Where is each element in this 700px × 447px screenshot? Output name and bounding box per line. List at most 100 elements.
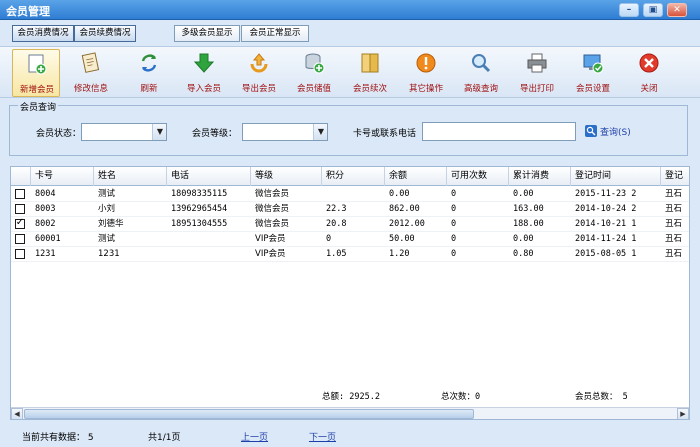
cell-available-times: 0 xyxy=(451,189,457,199)
cell-phone: 18951304555 xyxy=(171,219,228,229)
cell-available-times: 0 xyxy=(451,219,457,229)
advanced-search-button[interactable]: 高级查询 xyxy=(457,49,505,97)
col-register-time[interactable]: 登记时间 xyxy=(571,167,661,186)
col-name[interactable]: 姓名 xyxy=(94,167,167,186)
cell-register-time: 2014-10-24 2 xyxy=(575,204,637,214)
chevron-down-icon: ▼ xyxy=(317,127,325,136)
printer-icon xyxy=(527,53,547,73)
restore-button[interactable]: ▣ xyxy=(643,3,663,17)
cell-level: 微信会员 xyxy=(255,204,290,214)
col-register-by[interactable]: 登记 xyxy=(661,167,689,186)
cell-name: 测试 xyxy=(98,234,116,244)
add-member-button[interactable]: 新增会员 xyxy=(12,49,60,97)
search-icon xyxy=(585,125,597,137)
cell-register-by: 丑石 xyxy=(665,234,683,244)
member-deposit-button[interactable]: 会员储值 xyxy=(290,49,338,97)
export-arrow-icon xyxy=(250,53,268,73)
export-member-button[interactable]: 导出会员 xyxy=(235,49,283,97)
tab-member-renewal[interactable]: 会员续费情况 xyxy=(74,25,136,42)
cell-points: 1.05 xyxy=(326,249,347,259)
cell-register-by: 丑石 xyxy=(665,249,683,259)
table-row[interactable]: 1231 1231 VIP会员 1.05 1.20 0 0.80 2015-08… xyxy=(11,247,689,262)
level-select[interactable]: ▼ xyxy=(242,123,328,141)
col-checkbox xyxy=(11,167,31,186)
level-dropdown-arrow[interactable]: ▼ xyxy=(313,124,327,140)
member-table: 卡号 姓名 电话 等级 积分 余额 可用次数 累计消费 登记时间 登记 8004… xyxy=(10,166,690,420)
row-checkbox[interactable] xyxy=(15,249,25,259)
status-select[interactable]: ▼ xyxy=(81,123,167,141)
scroll-right-button[interactable]: ▶ xyxy=(677,408,689,419)
other-operations-button[interactable]: 其它操作 xyxy=(402,49,450,97)
cell-balance: 862.00 xyxy=(389,204,420,214)
col-balance[interactable]: 余额 xyxy=(385,167,447,186)
level-label: 会员等级： xyxy=(192,129,238,139)
tab-normal-display[interactable]: 会员正常显示 xyxy=(241,25,309,42)
close-window-button[interactable]: 关闭 xyxy=(625,49,673,97)
row-checkbox[interactable]: ✓ xyxy=(15,217,25,229)
import-member-button[interactable]: 导入会员 xyxy=(180,49,228,97)
total-amount: 总额: 2925.2 xyxy=(322,392,380,402)
tab-row: 会员消费情况 会员续费情况 多级会员显示 会员正常显示 xyxy=(0,20,700,46)
toolbar: 新增会员 修改信息 刷新 导入会员 导出会员 会员储值 会员续次 其它操作 高级… xyxy=(0,46,700,98)
database-deposit-icon xyxy=(305,53,325,74)
edit-info-button[interactable]: 修改信息 xyxy=(67,49,115,97)
close-button[interactable]: ✕ xyxy=(667,3,687,17)
tab-member-consumption[interactable]: 会员消费情况 xyxy=(12,25,74,42)
scroll-left-button[interactable]: ◀ xyxy=(11,408,23,419)
table-row[interactable]: 8004 测试 18098335115 微信会员 0.00 0 0.00 201… xyxy=(11,187,689,202)
add-member-icon xyxy=(28,54,47,75)
col-points[interactable]: 积分 xyxy=(322,167,385,186)
member-renew-button[interactable]: 会员续次 xyxy=(346,49,394,97)
import-arrow-icon xyxy=(193,53,215,73)
cell-name: 小刘 xyxy=(98,204,116,214)
member-renew-label: 会员续次 xyxy=(352,84,387,94)
card-or-phone-input[interactable] xyxy=(422,122,576,141)
cell-balance: 2012.00 xyxy=(389,219,425,229)
cell-balance: 1.20 xyxy=(389,249,410,259)
cell-register-by: 丑石 xyxy=(665,189,683,199)
cell-register-time: 2015-11-23 2 xyxy=(575,189,637,199)
total-members: 会员总数： 5 xyxy=(575,392,628,402)
col-available-times[interactable]: 可用次数 xyxy=(447,167,509,186)
chevron-down-icon: ▼ xyxy=(156,127,164,136)
row-checkbox[interactable] xyxy=(15,234,25,244)
title-bar: 会员管理 – ▣ ✕ xyxy=(0,0,700,20)
cell-card-no: 8004 xyxy=(35,189,56,199)
cell-level: VIP会员 xyxy=(255,234,286,244)
row-checkbox[interactable] xyxy=(15,189,25,199)
table-row[interactable]: ✓ 8002 刘德华 18951304555 微信会员 20.8 2012.00… xyxy=(11,217,689,232)
total-times: 总次数：0 xyxy=(441,392,481,402)
table-row[interactable]: 8003 小刘 13962965454 微信会员 22.3 862.00 0 1… xyxy=(11,202,689,217)
close-circle-icon xyxy=(639,53,659,73)
prev-page-link[interactable]: 上一页 xyxy=(241,430,268,443)
status-label: 会员状态： xyxy=(36,129,82,139)
cell-register-time: 2014-11-24 1 xyxy=(575,234,637,244)
member-settings-button[interactable]: 会员设置 xyxy=(569,49,617,97)
col-phone[interactable]: 电话 xyxy=(167,167,251,186)
col-card-no[interactable]: 卡号 xyxy=(31,167,94,186)
search-button[interactable]: 查询(S) xyxy=(585,124,645,140)
cell-total-spent: 0.00 xyxy=(513,234,534,244)
table-row[interactable]: 60001 测试 VIP会员 0 50.00 0 0.00 2014-11-24… xyxy=(11,232,689,247)
row-checkbox[interactable] xyxy=(15,204,25,214)
status-dropdown-arrow[interactable]: ▼ xyxy=(152,124,166,140)
export-print-button[interactable]: 导出打印 xyxy=(513,49,561,97)
table-footer: 总额: 2925.2 总次数：0 会员总数： 5 xyxy=(11,387,689,406)
tab-multilevel-display[interactable]: 多级会员显示 xyxy=(174,25,240,42)
refresh-icon xyxy=(141,54,157,72)
next-page-link[interactable]: 下一页 xyxy=(309,430,336,443)
scroll-thumb[interactable] xyxy=(24,409,474,419)
status-select-value xyxy=(82,124,86,139)
cell-balance: 50.00 xyxy=(389,234,415,244)
col-level[interactable]: 等级 xyxy=(251,167,322,186)
refresh-button[interactable]: 刷新 xyxy=(125,49,173,97)
horizontal-scrollbar[interactable]: ◀ ▶ xyxy=(11,407,689,419)
cell-level: 微信会员 xyxy=(255,219,290,229)
close-icon: ✕ xyxy=(673,5,681,15)
advanced-search-label: 高级查询 xyxy=(463,84,498,94)
cell-available-times: 0 xyxy=(451,204,457,214)
status-bar: 当前共有数据： 5 共1/1页 上一页 下一页 xyxy=(0,423,700,447)
minimize-button[interactable]: – xyxy=(619,3,639,17)
card-or-phone-label: 卡号或联系电话 xyxy=(353,129,417,139)
col-total-spent[interactable]: 累计消费 xyxy=(509,167,571,186)
